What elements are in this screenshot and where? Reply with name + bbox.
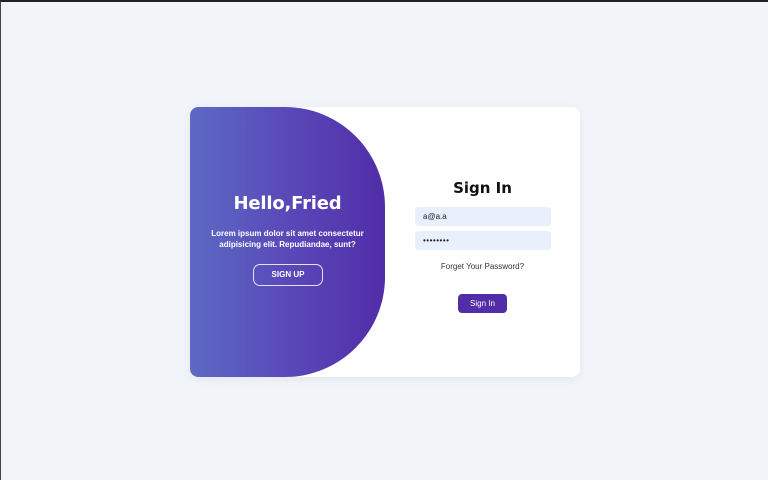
- sign-up-button[interactable]: SIGN UP: [253, 264, 323, 286]
- welcome-text: Lorem ipsum dolor sit amet consectetur a…: [211, 229, 364, 249]
- forget-password-link[interactable]: Forget Your Password?: [385, 262, 580, 271]
- auth-card: Hello,Fried Lorem ipsum dolor sit amet c…: [190, 107, 580, 377]
- sign-in-title: Sign In: [453, 179, 512, 197]
- sign-in-button[interactable]: Sign In: [458, 294, 507, 313]
- welcome-title: Hello,Fried: [233, 193, 342, 214]
- welcome-panel: Hello,Fried Lorem ipsum dolor sit amet c…: [190, 107, 385, 377]
- password-field[interactable]: [415, 231, 551, 250]
- email-field[interactable]: [415, 207, 551, 226]
